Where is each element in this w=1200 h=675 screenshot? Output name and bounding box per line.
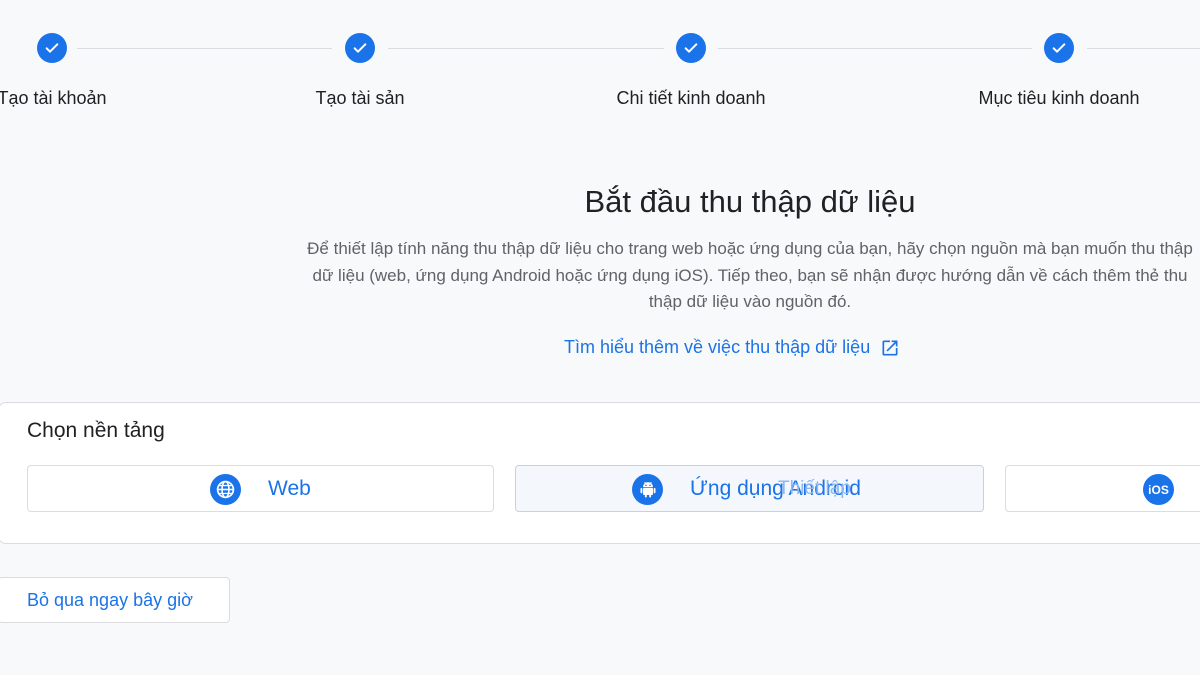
ios-icon-text: iOS xyxy=(1148,482,1169,497)
description-line: Để thiết lập tính năng thu thập dữ liệu … xyxy=(307,239,1193,258)
platform-ios-button[interactable]: iOS xyxy=(1005,465,1200,512)
globe-icon xyxy=(210,474,241,505)
skip-button-label: Bỏ qua ngay bây giờ xyxy=(27,589,193,610)
skip-button[interactable]: Bỏ qua ngay bây giờ xyxy=(0,577,230,623)
page-title: Bắt đầu thu thập dữ liệu xyxy=(584,184,916,219)
step-1-label: Tạo tài khoản xyxy=(0,88,107,108)
platform-web-label: Web xyxy=(268,477,311,500)
page-description: Để thiết lập tính năng thu thập dữ liệu … xyxy=(0,236,1200,316)
step-connector xyxy=(718,48,1032,49)
step-connector xyxy=(77,48,332,49)
android-icon xyxy=(632,474,663,505)
learn-more-label: Tìm hiểu thêm về việc thu thập dữ liệu xyxy=(564,337,871,357)
step-2-check-icon xyxy=(345,33,375,63)
step-connector xyxy=(1087,48,1200,49)
platform-android-button[interactable]: Ứng dụng Android Thiết lập xyxy=(515,465,984,512)
learn-more-link[interactable]: Tìm hiểu thêm về việc thu thập dữ liệu xyxy=(564,337,900,358)
step-3-label: Chi tiết kinh doanh xyxy=(616,88,766,108)
platform-android-overlay-label: Thiết lập xyxy=(778,478,851,499)
platform-web-button[interactable]: Web xyxy=(27,465,494,512)
platform-card-title: Chọn nền tảng xyxy=(27,419,165,442)
ios-icon: iOS xyxy=(1143,474,1174,505)
step-connector xyxy=(388,48,664,49)
description-line: dữ liệu (web, ứng dụng Android hoặc ứng … xyxy=(312,265,1188,285)
step-3-check-icon xyxy=(676,33,706,63)
description-line: thập dữ liệu vào nguồn đó. xyxy=(648,292,852,311)
step-4-check-icon xyxy=(1044,33,1074,63)
open-in-new-icon xyxy=(880,338,900,358)
step-2-label: Tạo tài sản xyxy=(315,88,405,108)
step-1-check-icon xyxy=(37,33,67,63)
step-4-label: Mục tiêu kinh doanh xyxy=(978,88,1140,108)
